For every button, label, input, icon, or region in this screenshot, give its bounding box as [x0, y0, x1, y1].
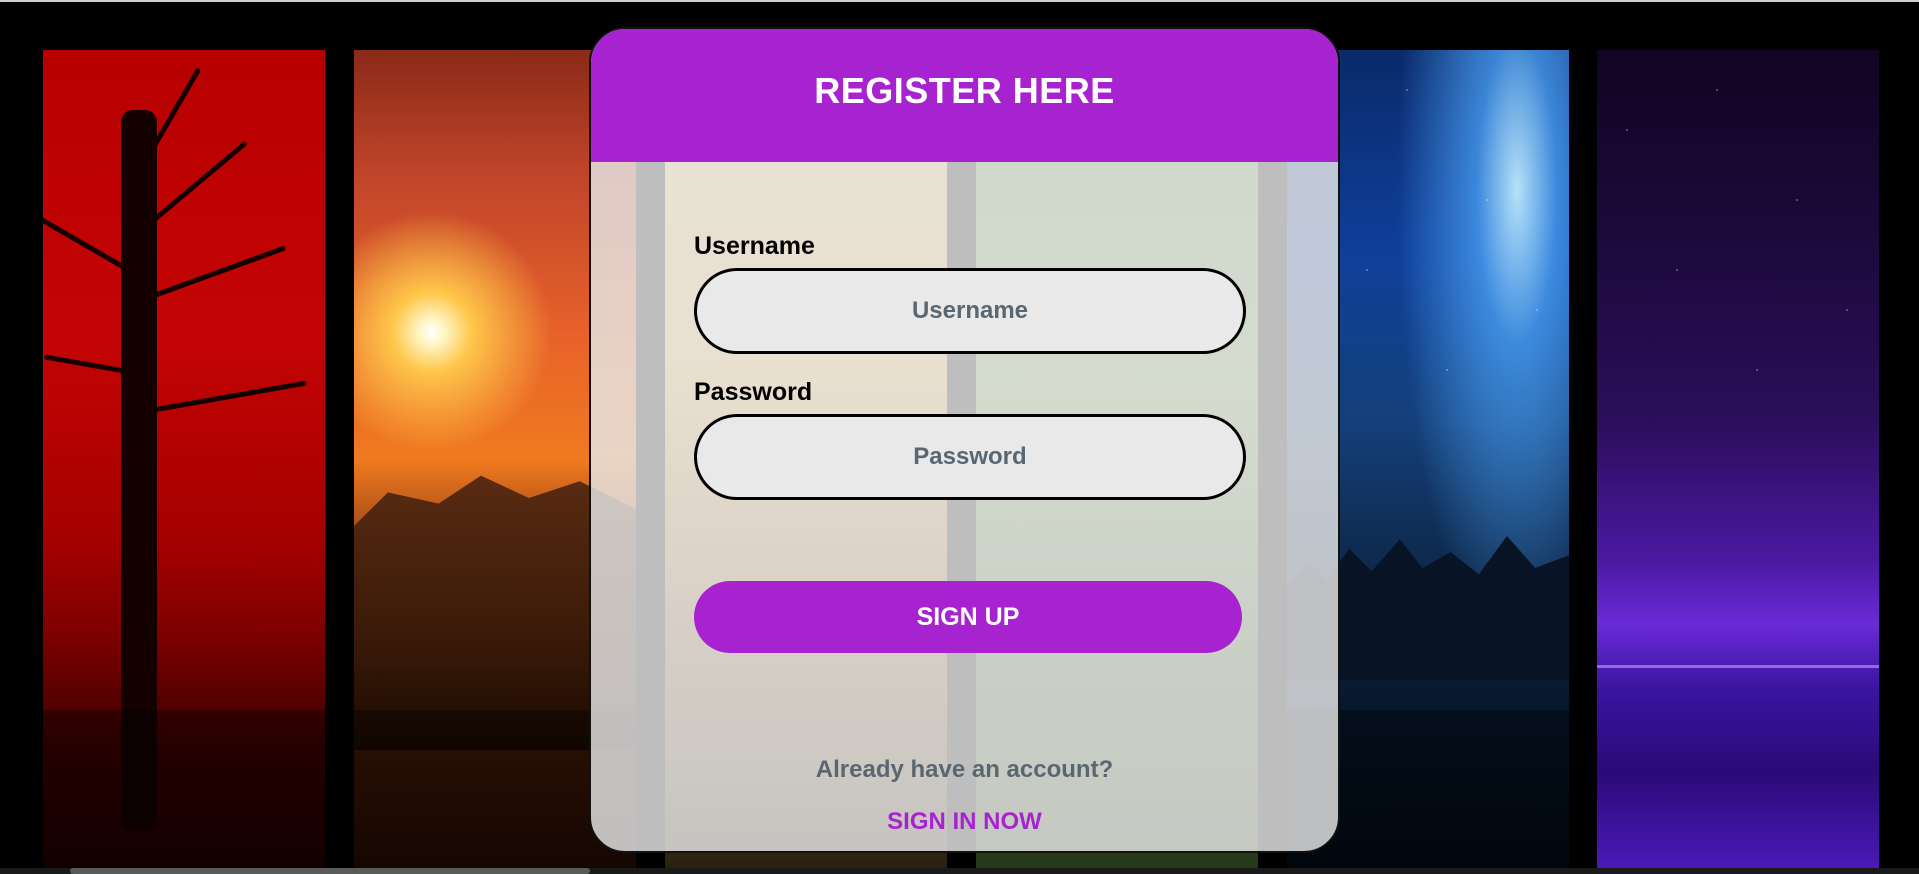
starfield	[1597, 50, 1879, 870]
signin-link[interactable]: SIGN IN NOW	[591, 808, 1338, 836]
water-reflection	[43, 710, 325, 870]
password-input[interactable]	[694, 414, 1246, 500]
page-title: REGISTER HERE	[814, 69, 1115, 111]
password-label: Password	[694, 378, 813, 406]
signup-button[interactable]: SIGN UP	[694, 581, 1242, 653]
tree-branch	[138, 380, 307, 415]
page-stage: REGISTER HERE Username Password SIGN UP …	[0, 0, 1919, 874]
register-card: REGISTER HERE Username Password SIGN UP …	[589, 27, 1340, 853]
window-top-border	[0, 0, 1919, 2]
already-have-account-text: Already have an account?	[815, 756, 1114, 783]
horizontal-scrollbar[interactable]	[0, 868, 1919, 874]
scrollbar-thumb[interactable]	[70, 868, 590, 874]
red-tree-panel	[43, 50, 325, 870]
tree-branch	[43, 354, 134, 375]
username-input[interactable]	[694, 268, 1246, 354]
horizon-line	[1597, 665, 1879, 668]
username-label: Username	[694, 232, 815, 260]
purple-night-panel	[1597, 50, 1879, 870]
card-header: REGISTER HERE	[591, 29, 1338, 162]
